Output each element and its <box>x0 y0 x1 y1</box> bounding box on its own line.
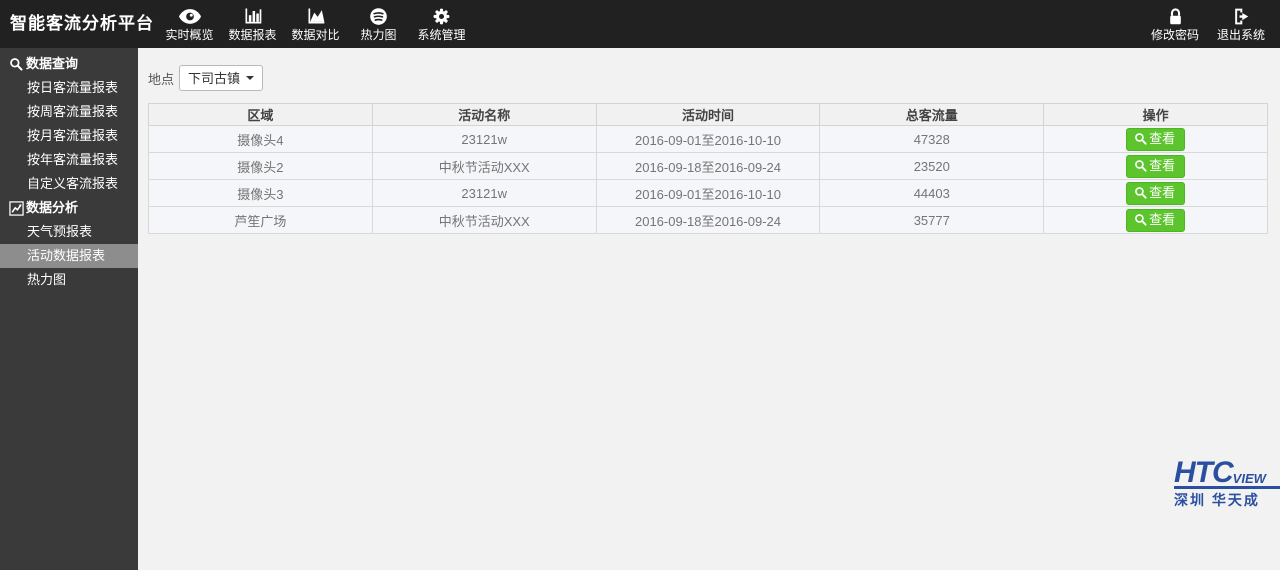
topnav-item-data-compare[interactable]: 数据对比 <box>284 0 347 48</box>
table-row: 芦笙广场 中秋节活动XXX 2016-09-18至2016-09-24 3577… <box>149 207 1268 234</box>
sidebar-item-yearly-flow-report[interactable]: 按年客流量报表 <box>0 148 138 172</box>
chevron-down-icon <box>246 76 254 80</box>
topnav-item-system-admin[interactable]: 系统管理 <box>410 0 473 48</box>
cell-total: 23520 <box>820 153 1044 180</box>
htcview-logo-wordmark: HTC view <box>1174 460 1280 489</box>
sidebar: 数据查询 按日客流量报表 按周客流量报表 按月客流量报表 按年客流量报表 自定义… <box>0 48 138 570</box>
column-header-activity: 活动名称 <box>372 104 596 126</box>
logo-text-htc: HTC <box>1174 460 1233 486</box>
view-button-label: 查看 <box>1149 212 1175 228</box>
bar-chart-icon <box>243 5 263 27</box>
column-header-area: 区域 <box>149 104 373 126</box>
view-button[interactable]: 查看 <box>1126 209 1185 232</box>
activity-report-table: 区域 活动名称 活动时间 总客流量 操作 摄像头4 23121w 2016-09… <box>148 103 1268 234</box>
cell-area: 摄像头2 <box>149 153 373 180</box>
sidebar-item-activity-data-report[interactable]: 活动数据报表 <box>0 244 138 268</box>
cell-area: 摄像头3 <box>149 180 373 207</box>
filter-bar: 地点 下司古镇 <box>138 48 1280 103</box>
column-header-total: 总客流量 <box>820 104 1044 126</box>
topnav-label: 数据对比 <box>291 27 339 44</box>
area-chart-icon <box>306 5 326 27</box>
topnav-label: 数据报表 <box>228 27 276 44</box>
app-title: 智能客流分析平台 <box>0 0 158 48</box>
topnav-item-heatmap[interactable]: 热力图 <box>347 0 410 48</box>
line-chart-icon <box>8 201 24 216</box>
cell-actions: 查看 <box>1044 207 1268 234</box>
view-button-label: 查看 <box>1149 131 1175 147</box>
topnav-item-realtime-overview[interactable]: 实时概览 <box>158 0 221 48</box>
table-row: 摄像头3 23121w 2016-09-01至2016-10-10 44403 … <box>149 180 1268 207</box>
cell-time: 2016-09-01至2016-10-10 <box>596 126 820 153</box>
sidebar-section-data-analysis[interactable]: 数据分析 <box>0 196 138 220</box>
location-select[interactable]: 下司古镇 <box>179 65 263 91</box>
search-icon <box>1134 132 1147 145</box>
lock-icon <box>1167 5 1184 27</box>
topnav-item-change-password[interactable]: 修改密码 <box>1142 0 1208 48</box>
cell-total: 35777 <box>820 207 1044 234</box>
main-content: 地点 下司古镇 区域 活动名称 活动时间 总客流量 操作 摄像头4 23121w… <box>138 48 1280 570</box>
table-row: 摄像头2 中秋节活动XXX 2016-09-18至2016-09-24 2352… <box>149 153 1268 180</box>
sidebar-item-heatmap[interactable]: 热力图 <box>0 268 138 292</box>
table-header-row: 区域 活动名称 活动时间 总客流量 操作 <box>149 104 1268 126</box>
heatmap-icon <box>369 5 388 27</box>
htcview-logo: HTC view 深圳 华天成 <box>1174 460 1280 510</box>
topnav-item-logout[interactable]: 退出系统 <box>1208 0 1274 48</box>
search-icon <box>1134 186 1147 199</box>
eye-icon <box>179 5 201 27</box>
sidebar-item-weekly-flow-report[interactable]: 按周客流量报表 <box>0 100 138 124</box>
cell-activity: 中秋节活动XXX <box>372 153 596 180</box>
topnav-item-data-report[interactable]: 数据报表 <box>221 0 284 48</box>
location-label: 地点 <box>148 69 174 88</box>
top-navigation: 实时概览 数据报表 数据对比 热力图 系统管理 <box>158 0 473 48</box>
topnav-label: 系统管理 <box>417 27 465 44</box>
cell-activity: 23121w <box>372 180 596 207</box>
cell-area: 芦笙广场 <box>149 207 373 234</box>
cell-actions: 查看 <box>1044 126 1268 153</box>
cell-actions: 查看 <box>1044 153 1268 180</box>
topnav-label: 热力图 <box>360 27 396 44</box>
topbar: 智能客流分析平台 实时概览 数据报表 数据对比 热力图 <box>0 0 1280 48</box>
sidebar-section-label: 数据查询 <box>26 52 78 76</box>
cell-time: 2016-09-01至2016-10-10 <box>596 180 820 207</box>
logo-text-view: view <box>1233 471 1266 486</box>
gear-icon <box>432 5 451 27</box>
sidebar-item-monthly-flow-report[interactable]: 按月客流量报表 <box>0 124 138 148</box>
column-header-time: 活动时间 <box>596 104 820 126</box>
sign-out-icon <box>1232 5 1251 27</box>
sidebar-item-daily-flow-report[interactable]: 按日客流量报表 <box>0 76 138 100</box>
location-select-value: 下司古镇 <box>188 68 240 87</box>
cell-area: 摄像头4 <box>149 126 373 153</box>
cell-time: 2016-09-18至2016-09-24 <box>596 207 820 234</box>
cell-activity: 中秋节活动XXX <box>372 207 596 234</box>
sidebar-item-custom-flow-report[interactable]: 自定义客流报表 <box>0 172 138 196</box>
topnav-label: 实时概览 <box>165 27 213 44</box>
search-icon <box>8 57 24 71</box>
top-navigation-right: 修改密码 退出系统 <box>1142 0 1280 48</box>
view-button[interactable]: 查看 <box>1126 155 1185 178</box>
sidebar-item-weather-report[interactable]: 天气预报表 <box>0 220 138 244</box>
cell-total: 47328 <box>820 126 1044 153</box>
cell-activity: 23121w <box>372 126 596 153</box>
table-row: 摄像头4 23121w 2016-09-01至2016-10-10 47328 … <box>149 126 1268 153</box>
view-button-label: 查看 <box>1149 158 1175 174</box>
topnav-label: 退出系统 <box>1217 27 1265 44</box>
logo-caption: 深圳 华天成 <box>1174 490 1280 510</box>
view-button-label: 查看 <box>1149 185 1175 201</box>
column-header-actions: 操作 <box>1044 104 1268 126</box>
view-button[interactable]: 查看 <box>1126 182 1185 205</box>
search-icon <box>1134 213 1147 226</box>
search-icon <box>1134 159 1147 172</box>
cell-actions: 查看 <box>1044 180 1268 207</box>
cell-time: 2016-09-18至2016-09-24 <box>596 153 820 180</box>
cell-total: 44403 <box>820 180 1044 207</box>
sidebar-section-data-query[interactable]: 数据查询 <box>0 52 138 76</box>
sidebar-section-label: 数据分析 <box>26 196 78 220</box>
topnav-label: 修改密码 <box>1151 27 1199 44</box>
view-button[interactable]: 查看 <box>1126 128 1185 151</box>
